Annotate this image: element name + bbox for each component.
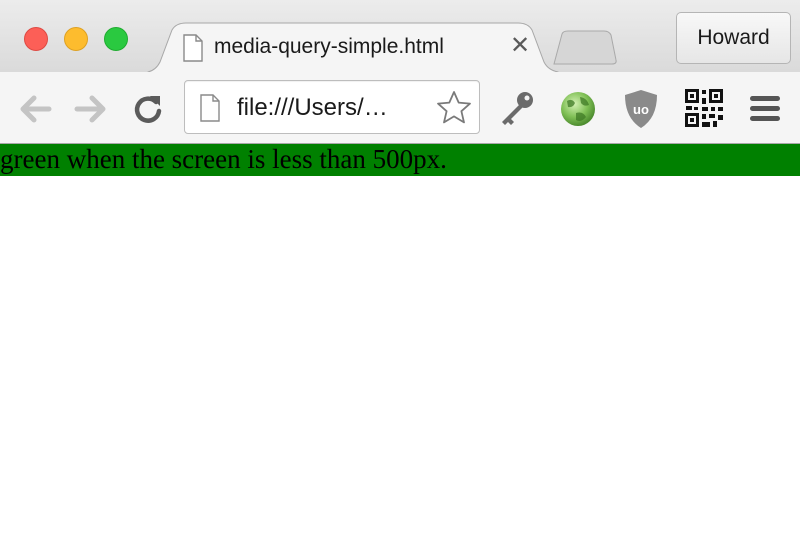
toolbar: file:///Users/… uo: [0, 72, 800, 144]
document-icon: [183, 34, 203, 62]
url-text[interactable]: file:///Users/…: [237, 94, 433, 122]
svg-text:uo: uo: [633, 102, 649, 117]
window-maximize-button[interactable]: [104, 27, 128, 51]
page-info-icon[interactable]: [199, 94, 221, 122]
tab-close-icon[interactable]: ✕: [508, 34, 532, 58]
ublock-shield-icon[interactable]: uo: [622, 88, 660, 130]
reload-icon[interactable]: [132, 93, 164, 125]
window-close-button[interactable]: [24, 27, 48, 51]
address-bar[interactable]: file:///Users/…: [184, 80, 480, 134]
back-arrow-icon[interactable]: [18, 94, 52, 124]
qr-code-icon[interactable]: [684, 88, 724, 128]
green-media-query-block: green when the screen is less than 500px…: [0, 144, 800, 176]
active-tab[interactable]: media-query-simple.html ✕: [146, 22, 560, 74]
window-minimize-button[interactable]: [64, 27, 88, 51]
page-viewport: green when the screen is less than 500px…: [0, 144, 800, 544]
globe-icon[interactable]: [558, 89, 598, 129]
star-icon[interactable]: [435, 89, 473, 127]
tab-title: media-query-simple.html: [214, 35, 444, 58]
hamburger-menu-icon[interactable]: [748, 94, 782, 124]
page-text: green when the screen is less than 500px…: [0, 144, 447, 174]
profile-button[interactable]: Howard: [676, 12, 791, 64]
tab-strip: media-query-simple.html ✕ Howard: [0, 0, 800, 74]
key-icon[interactable]: [497, 89, 537, 129]
new-tab-button[interactable]: [552, 30, 618, 66]
forward-arrow-icon[interactable]: [74, 94, 108, 124]
